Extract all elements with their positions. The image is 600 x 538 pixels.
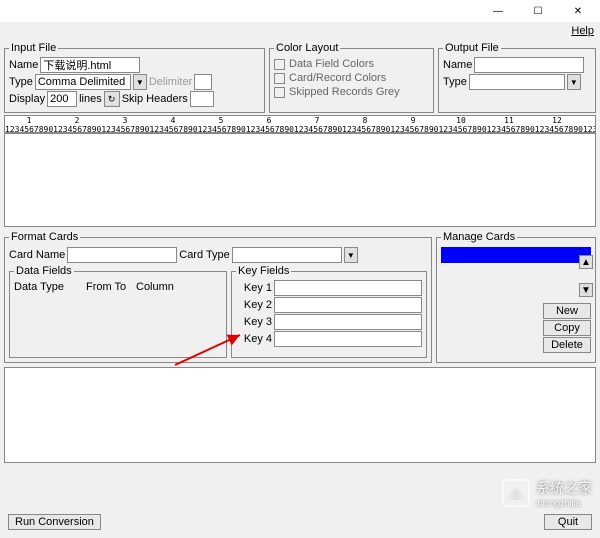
delimiter-input (194, 74, 212, 90)
display-lines-input[interactable] (47, 91, 77, 107)
refresh-icon[interactable]: ↻ (104, 91, 120, 107)
type-label: Type (9, 76, 33, 88)
out-type-dropdown-icon[interactable]: ▼ (567, 74, 581, 90)
type-dropdown-icon[interactable]: ▼ (133, 74, 147, 90)
skip-headers-input[interactable] (190, 91, 214, 107)
watermark-sub: xitongzhijia (536, 498, 592, 508)
checkbox-data-colors[interactable] (274, 59, 285, 70)
close-button[interactable]: ✕ (558, 1, 598, 21)
checkbox-skipped-grey[interactable] (274, 87, 285, 98)
input-file-group: Input File Name Type ▼ Delimiter Display… (4, 42, 265, 113)
card-name-label: Card Name (9, 249, 65, 261)
key-fields-group: Key Fields Key 1 Key 2 Key 3 Key 4 (231, 265, 427, 358)
key4-input[interactable] (274, 331, 422, 347)
manage-cards-legend: Manage Cards (441, 231, 517, 243)
lines-label: lines (79, 93, 102, 105)
watermark-text: 系统之家 (536, 478, 592, 498)
out-name-label: Name (443, 59, 472, 71)
col-column: Column (136, 281, 186, 293)
delimiter-label: Delimiter (149, 76, 192, 88)
key3-label: Key 3 (236, 316, 272, 328)
name-label: Name (9, 59, 38, 71)
menubar: Help (0, 22, 600, 40)
manage-cards-list[interactable] (441, 247, 591, 263)
scroll-up-icon[interactable]: ▲ (579, 255, 593, 269)
key3-input[interactable] (274, 314, 422, 330)
format-cards-group: Format Cards Card Name Card Type ▼ Data … (4, 231, 432, 363)
run-conversion-button[interactable]: Run Conversion (8, 514, 101, 530)
help-menu[interactable]: Help (571, 25, 594, 37)
key-fields-legend: Key Fields (236, 265, 291, 277)
input-file-name[interactable] (40, 57, 140, 73)
copy-button[interactable]: Copy (543, 320, 591, 336)
display-label: Display (9, 93, 45, 105)
delete-button[interactable]: Delete (543, 337, 591, 353)
opt-data-colors: Data Field Colors (289, 58, 374, 70)
opt-skipped-grey: Skipped Records Grey (289, 86, 400, 98)
watermark: ⌂ 系统之家 xitongzhijia (502, 478, 592, 508)
scroll-down-icon[interactable]: ▼ (579, 283, 593, 297)
watermark-logo-icon: ⌂ (502, 479, 530, 507)
quit-button[interactable]: Quit (544, 514, 592, 530)
output-file-type[interactable] (469, 74, 565, 90)
format-cards-legend: Format Cards (9, 231, 80, 243)
key2-label: Key 2 (236, 299, 272, 311)
card-type-input[interactable] (232, 247, 342, 263)
card-type-dropdown-icon[interactable]: ▼ (344, 247, 358, 263)
new-button[interactable]: New (543, 303, 591, 319)
card-type-label: Card Type (179, 249, 230, 261)
output-file-legend: Output File (443, 42, 501, 54)
col-from-to: From To (86, 281, 136, 293)
output-file-group: Output File Name Type ▼ (438, 42, 596, 113)
manage-cards-group: Manage Cards ▲ ▼ New Copy Delete (436, 231, 596, 363)
skip-headers-label: Skip Headers (122, 93, 188, 105)
output-file-name[interactable] (474, 57, 584, 73)
maximize-button[interactable]: ☐ (518, 1, 558, 21)
col-data-type: Data Type (14, 281, 86, 293)
card-name-input[interactable] (67, 247, 177, 263)
result-area[interactable] (4, 367, 596, 463)
titlebar: — ☐ ✕ (0, 0, 600, 22)
key1-input[interactable] (274, 280, 422, 296)
input-file-type[interactable] (35, 74, 131, 90)
preview-area[interactable] (4, 133, 596, 227)
input-file-legend: Input File (9, 42, 58, 54)
opt-card-colors: Card/Record Colors (289, 72, 386, 84)
color-layout-legend: Color Layout (274, 42, 340, 54)
key4-label: Key 4 (236, 333, 272, 345)
key2-input[interactable] (274, 297, 422, 313)
key1-label: Key 1 (236, 282, 272, 294)
column-ruler: 123456789101112 123456789012345678901234… (4, 115, 596, 133)
minimize-button[interactable]: — (478, 1, 518, 21)
data-fields-group: Data Fields Data Type From To Column (9, 265, 227, 358)
out-type-label: Type (443, 76, 467, 88)
color-layout-group: Color Layout Data Field Colors Card/Reco… (269, 42, 434, 113)
ruler-ticks: 1234567890123456789012345678901234567890… (5, 125, 595, 133)
data-fields-list[interactable] (14, 293, 222, 353)
checkbox-card-colors[interactable] (274, 73, 285, 84)
data-fields-legend: Data Fields (14, 265, 74, 277)
